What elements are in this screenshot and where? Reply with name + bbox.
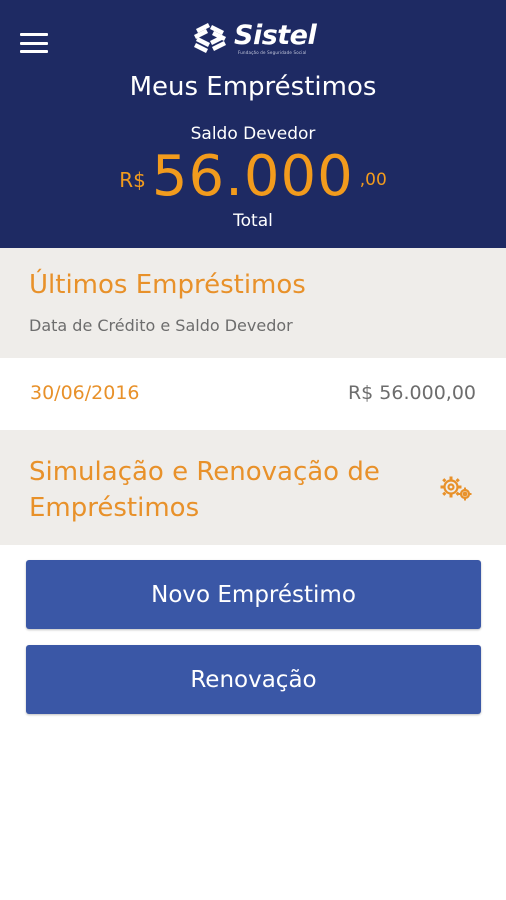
balance-cents: ,00 [359,170,387,190]
last-loans-section [0,248,506,358]
simulation-title: Simulação e Renovação de Empréstimos [29,457,380,523]
menu-button[interactable] [18,30,50,56]
app-header: Sistel Fundação de Seguridade Social Meu… [0,0,506,248]
hamburger-icon-bar [20,41,48,45]
balance-currency: R$ [119,168,146,192]
sistel-logo: Sistel Fundação de Seguridade Social [192,18,317,58]
gear-icon[interactable] [438,474,474,504]
hamburger-icon-bar [20,33,48,36]
page-title: Meus Empréstimos [129,72,377,102]
loan-credit-date: 30/06/2016 [30,382,140,404]
last-loans-subtitle: Data de Crédito e Saldo Devedor [29,316,293,335]
balance-total-label: Total [233,211,273,231]
balance-label: Saldo Devedor [190,124,316,144]
hamburger-icon-bar [20,50,48,53]
balance-amount: R$ 56.000 ,00 [0,142,506,212]
logo-tagline: Fundação de Seguridade Social [238,49,307,55]
new-loan-button[interactable]: Novo Empréstimo [26,560,481,629]
logo-wordmark: Sistel [234,19,317,51]
last-loans-title: Últimos Empréstimos [29,270,306,300]
sistel-logo-icon [194,23,226,53]
balance-value: 56.000 [151,144,354,209]
renewal-button[interactable]: Renovação [26,645,481,714]
loan-balance-value: R$ 56.000,00 [347,382,476,404]
